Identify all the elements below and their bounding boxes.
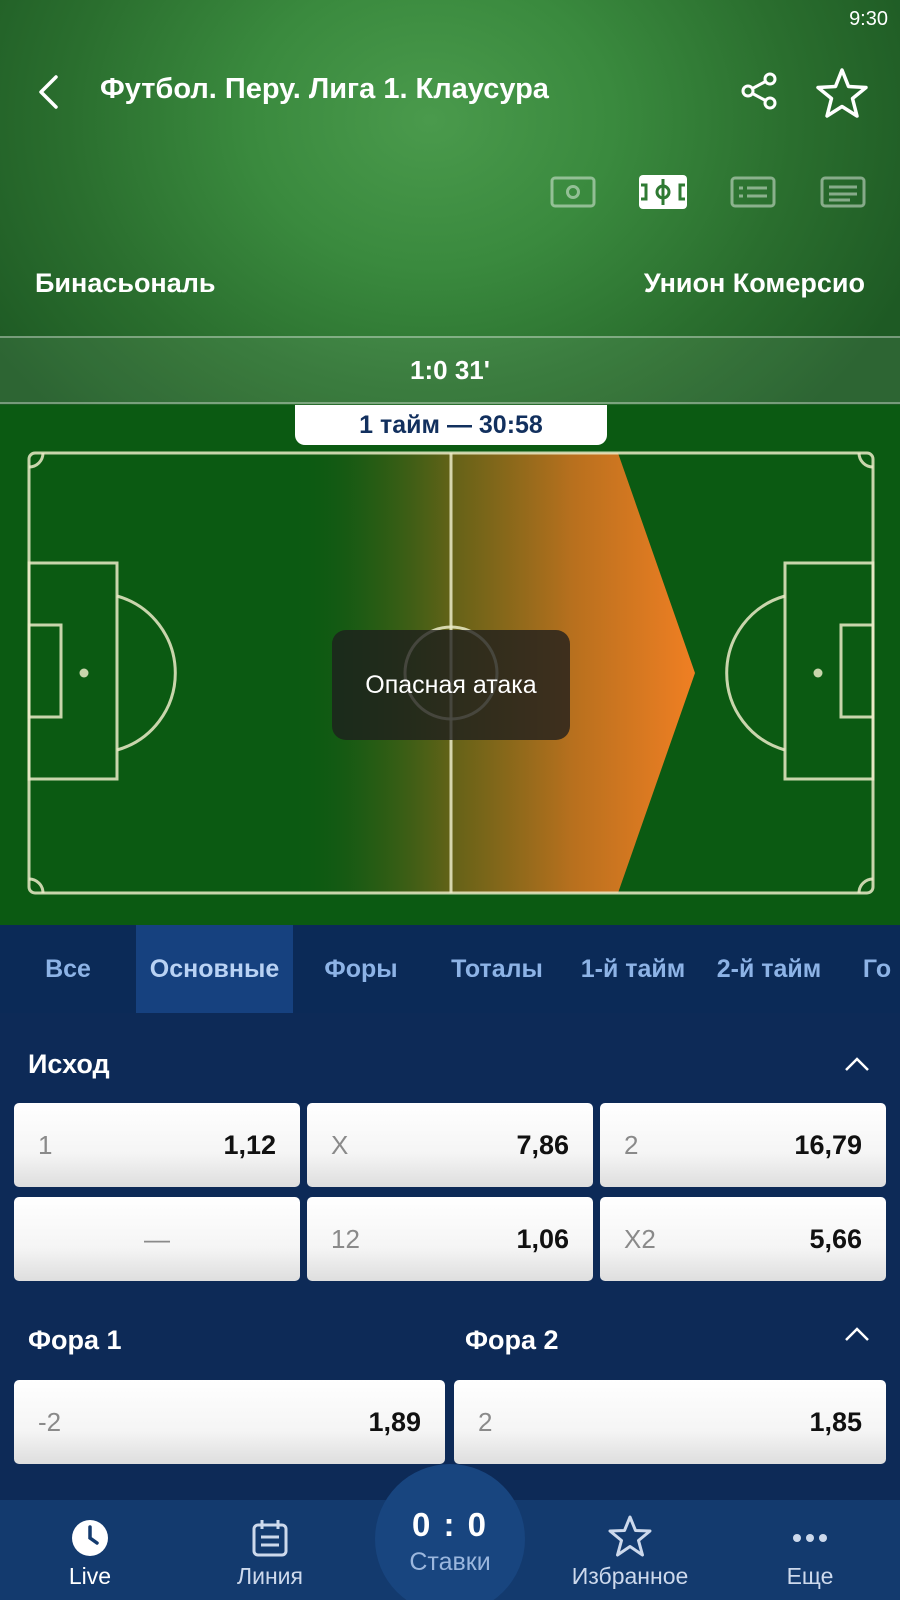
- odd-label: 1: [38, 1129, 53, 1160]
- view-text-button[interactable]: [818, 170, 868, 214]
- odd-button-unavailable: —: [14, 1197, 300, 1281]
- stats-icon: [730, 176, 776, 208]
- odd-label: -2: [38, 1406, 62, 1437]
- odd-label: —: [144, 1223, 170, 1254]
- video-icon: [550, 176, 596, 208]
- home-team-name: Бинасьональ: [35, 268, 216, 298]
- odd-value: 16,79: [794, 1129, 862, 1160]
- markets-list: Исход 1 1,12 X 7,86 2 16,79 — 12 1,06 X2…: [0, 1013, 900, 1500]
- share-icon: [741, 72, 777, 110]
- star-icon: [608, 1515, 652, 1557]
- bet-slip-label: Ставки: [409, 1548, 491, 1576]
- nav-favorites-label: Избранное: [571, 1563, 689, 1589]
- odd-label: 2: [624, 1129, 639, 1160]
- odd-value: 7,86: [516, 1129, 569, 1160]
- chevron-up-icon: [845, 1057, 869, 1071]
- collapse-handicap-button[interactable]: [842, 1319, 872, 1349]
- pitch-icon: [639, 175, 687, 209]
- tab-all[interactable]: Все: [0, 925, 136, 1013]
- nav-live-label: Live: [68, 1563, 112, 1589]
- tab-first-half[interactable]: 1-й тайм: [565, 925, 701, 1013]
- view-video-button[interactable]: [548, 170, 598, 214]
- away-team-name: Унион Комерсио: [643, 268, 865, 298]
- odd-button-handicap2[interactable]: 2 1,85: [454, 1380, 886, 1464]
- nav-line-label: Линия: [237, 1563, 303, 1589]
- score-line: 1:0 31': [410, 354, 490, 385]
- outcome-section-title: Исход: [28, 1049, 110, 1079]
- view-stats-button[interactable]: [728, 170, 778, 214]
- odd-label: X2: [624, 1223, 656, 1254]
- odd-label: X: [331, 1129, 349, 1160]
- event-label: Опасная атака: [332, 630, 570, 740]
- view-pitch-button[interactable]: [638, 170, 688, 214]
- back-arrow-icon: [39, 75, 58, 109]
- bet-slip-count: 0 : 0: [411, 1506, 489, 1543]
- odd-value: 1,89: [368, 1406, 421, 1437]
- odd-value: 5,66: [809, 1223, 862, 1254]
- more-dots-icon: [793, 1534, 827, 1542]
- collapse-outcome-button[interactable]: [842, 1049, 872, 1079]
- odd-label: 2: [478, 1406, 493, 1437]
- nav-more-label: Еще: [786, 1563, 834, 1589]
- tab-goals[interactable]: Го: [837, 925, 900, 1013]
- chevron-up-icon: [845, 1327, 869, 1341]
- favorite-button[interactable]: [812, 64, 872, 124]
- odd-value: 1,85: [809, 1406, 862, 1437]
- back-button[interactable]: [28, 70, 68, 114]
- handicap1-section-title: Фора 1: [28, 1325, 122, 1355]
- odd-button-home[interactable]: 1 1,12: [14, 1103, 300, 1187]
- nav-line[interactable]: Линия: [220, 1500, 320, 1600]
- handicap2-section-title: Фора 2: [465, 1325, 559, 1355]
- odd-button-handicap1[interactable]: -2 1,89: [14, 1380, 445, 1464]
- odd-button-x2[interactable]: X2 5,66: [600, 1197, 886, 1281]
- pitch-visualization: Опасная атака: [0, 405, 900, 925]
- share-button[interactable]: [736, 68, 782, 114]
- nav-more[interactable]: Еще: [760, 1500, 860, 1600]
- odd-button-draw[interactable]: X 7,86: [307, 1103, 593, 1187]
- tab-handicaps[interactable]: Форы: [293, 925, 429, 1013]
- market-tabs: Все Основные Форы Тоталы 1-й тайм 2-й та…: [0, 925, 900, 1013]
- nav-favorites[interactable]: Избранное: [560, 1500, 700, 1600]
- text-icon: [820, 176, 866, 208]
- calendar-icon: [252, 1520, 288, 1557]
- odd-label: 12: [331, 1223, 360, 1254]
- tab-main[interactable]: Основные: [136, 925, 293, 1013]
- match-header: 9:30 Футбол. Перу. Лига 1. Клаусура Бина…: [0, 0, 900, 405]
- odd-value: 1,06: [516, 1223, 569, 1254]
- tab-totals[interactable]: Тоталы: [429, 925, 565, 1013]
- nav-live[interactable]: Live: [40, 1500, 140, 1600]
- view-switcher: [548, 170, 868, 214]
- period-badge: 1 тайм — 30:58: [295, 405, 607, 445]
- page-title: Футбол. Перу. Лига 1. Клаусура: [100, 73, 549, 105]
- tab-second-half[interactable]: 2-й тайм: [701, 925, 837, 1013]
- odd-button-away[interactable]: 2 16,79: [600, 1103, 886, 1187]
- odd-button-12[interactable]: 12 1,06: [307, 1197, 593, 1281]
- odd-value: 1,12: [223, 1129, 276, 1160]
- star-icon: [816, 68, 868, 118]
- score-bar: 1:0 31': [0, 336, 900, 404]
- status-time: 9:30: [849, 8, 888, 30]
- clock-icon: [72, 1520, 108, 1556]
